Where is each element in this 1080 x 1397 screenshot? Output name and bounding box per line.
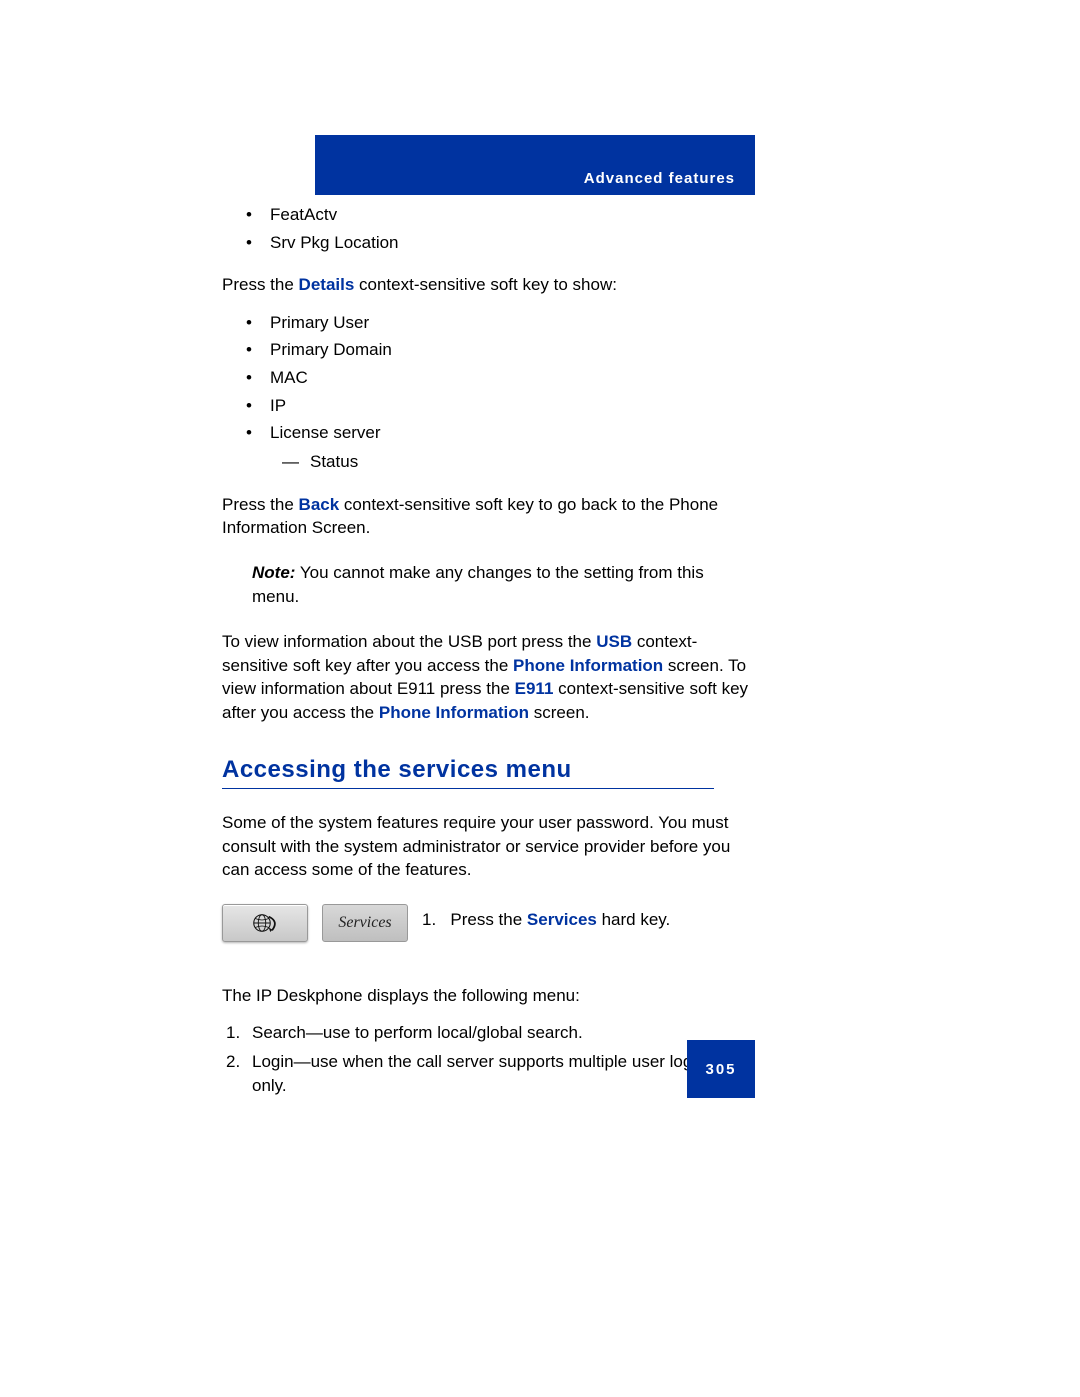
list-item: Login—use when the call server supports … bbox=[222, 1050, 752, 1099]
step-row: Services 1. Press the Services hard key. bbox=[222, 904, 752, 942]
phone-info-ref: Phone Information bbox=[513, 656, 663, 675]
details-softkey-ref: Details bbox=[299, 275, 355, 294]
e911-softkey-ref: E911 bbox=[515, 679, 554, 698]
services-hardkey-ref: Services bbox=[527, 910, 597, 929]
list-item: IP bbox=[222, 394, 752, 419]
header-section-label: Advanced features bbox=[584, 170, 735, 187]
note-text: You cannot make any changes to the setti… bbox=[252, 563, 704, 605]
list-item: Search—use to perform local/global searc… bbox=[222, 1021, 752, 1046]
note-label: Note: bbox=[252, 563, 295, 582]
usb-softkey-ref: USB bbox=[596, 632, 632, 651]
list-item: Status bbox=[270, 450, 752, 475]
section-heading: Accessing the services menu bbox=[222, 756, 714, 789]
list-item: Primary Domain bbox=[222, 338, 752, 363]
list-item: Primary User bbox=[222, 311, 752, 336]
note: Note: You cannot make any changes to the… bbox=[222, 561, 752, 608]
paragraph-intro: Some of the system features require your… bbox=[222, 811, 752, 881]
menu-list: Search—use to perform local/global searc… bbox=[222, 1021, 752, 1099]
header-bar: Advanced features bbox=[315, 135, 755, 195]
details-list: Primary User Primary Domain MAC IP Licen… bbox=[222, 311, 752, 475]
back-softkey-ref: Back bbox=[299, 495, 340, 514]
document-page: Advanced features FeatActv Srv Pkg Locat… bbox=[0, 0, 1080, 1397]
paragraph-usb-e911: To view information about the USB port p… bbox=[222, 630, 752, 724]
page-number-tab: 305 bbox=[687, 1040, 755, 1098]
phone-info-ref: Phone Information bbox=[379, 703, 529, 722]
paragraph-menu-intro: The IP Deskphone displays the following … bbox=[222, 984, 752, 1007]
globe-icon bbox=[247, 911, 283, 935]
list-item: Srv Pkg Location bbox=[222, 231, 752, 256]
list-item: License server Status bbox=[222, 421, 752, 474]
services-label-icon: Services bbox=[322, 904, 408, 942]
paragraph-details: Press the Details context-sensitive soft… bbox=[222, 273, 752, 296]
paragraph-back: Press the Back context-sensitive soft ke… bbox=[222, 493, 752, 540]
list-item: MAC bbox=[222, 366, 752, 391]
list-item: FeatActv bbox=[222, 203, 752, 228]
page-content: FeatActv Srv Pkg Location Press the Deta… bbox=[222, 200, 752, 1103]
step-instruction: 1. Press the Services hard key. bbox=[422, 904, 752, 930]
sub-list: Status bbox=[270, 450, 752, 475]
services-hardkey-icon bbox=[222, 904, 308, 942]
previous-list-continuation: FeatActv Srv Pkg Location bbox=[222, 203, 752, 255]
